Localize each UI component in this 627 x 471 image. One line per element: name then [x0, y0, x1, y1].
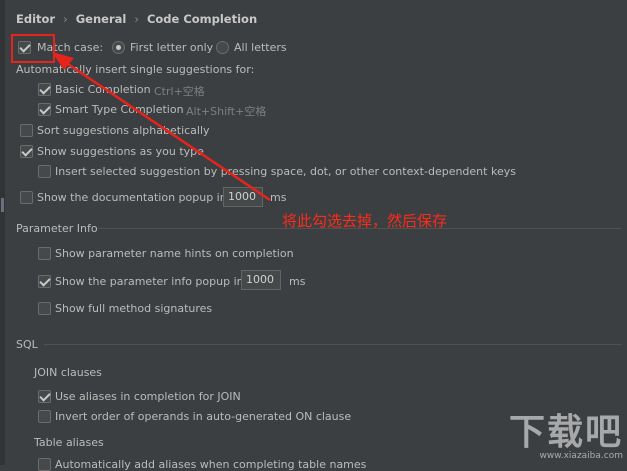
watermark: 下载吧 www.xiazaiba.com [509, 403, 623, 461]
annotation-arrow-icon [52, 52, 271, 202]
watermark-logo: 下载吧 [508, 411, 623, 453]
annotation-text: 将此勾选去掉，然后保存 [282, 212, 448, 230]
